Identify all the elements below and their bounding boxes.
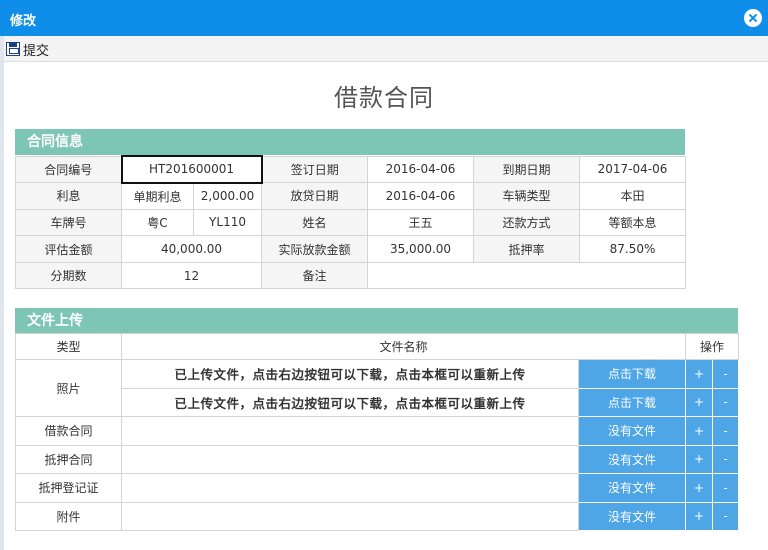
loan-date-field[interactable]: 2016-04-06 (367, 182, 475, 210)
file-name-cell[interactable] (121, 444, 579, 474)
file-name-cell[interactable] (121, 501, 579, 531)
file-type-cell: 借款合同 (15, 416, 122, 446)
interest-type-field[interactable]: 单期利息 (121, 182, 194, 210)
installments-field[interactable]: 12 (120, 261, 263, 290)
add-file-button[interactable]: + (685, 501, 714, 531)
file-upload-header: 文件上传 (15, 308, 738, 334)
submit-button[interactable]: 提交 (6, 40, 50, 59)
remark-field[interactable] (367, 261, 687, 290)
actual-loan-field[interactable]: 35,000.00 (367, 235, 475, 263)
repay-method-field[interactable]: 等额本息 (579, 208, 687, 237)
vehicle-type-field[interactable]: 本田 (579, 182, 687, 210)
repay-method-label: 还款方式 (473, 208, 581, 237)
sign-date-label: 签订日期 (261, 155, 369, 184)
add-file-button[interactable]: + (685, 416, 714, 446)
submit-label: 提交 (23, 43, 50, 59)
window-left-edge (0, 36, 4, 550)
table-row: 车牌号 粤C YL110 姓名 王五 还款方式 等额本息 (15, 208, 687, 237)
table-row: 照片 已上传文件，点击右边按钮可以下载，点击本框可以重新上传 点击下载 + - (15, 359, 740, 417)
file-upload-table: 类型 文件名称 操作 照片 已上传文件，点击右边按钮可以下载，点击本框可以重新上… (15, 333, 740, 531)
file-type-cell: 抵押合同 (15, 444, 122, 474)
file-name-cell[interactable] (121, 473, 579, 503)
remove-file-button[interactable]: - (712, 387, 740, 417)
name-field[interactable]: 王五 (367, 208, 475, 237)
vehicle-type-label: 车辆类型 (473, 182, 581, 210)
add-file-button[interactable]: + (685, 444, 714, 474)
appraisal-field[interactable]: 40,000.00 (120, 235, 263, 263)
installments-label: 分期数 (15, 261, 122, 290)
interest-amount-field[interactable]: 2,000.00 (192, 182, 263, 210)
window-title: 修改 (10, 14, 37, 29)
file-name-cell[interactable]: 已上传文件，点击右边按钮可以下载，点击本框可以重新上传 (121, 387, 579, 417)
interest-label: 利息 (15, 182, 122, 210)
no-file-button[interactable]: 没有文件 (577, 444, 687, 474)
download-button[interactable]: 点击下载 (577, 387, 687, 417)
remove-file-button[interactable]: - (712, 444, 740, 474)
file-type-cell: 附件 (15, 501, 122, 531)
add-file-button[interactable]: + (685, 359, 714, 389)
appraisal-label: 评估金额 (15, 235, 122, 263)
col-header-type: 类型 (15, 333, 122, 360)
table-row: 评估金额 40,000.00 实际放款金额 35,000.00 抵押率 87.5… (15, 235, 687, 263)
table-row: 抵押合同 没有文件 + - (15, 444, 740, 474)
col-header-name: 文件名称 (120, 333, 687, 360)
toolbar: 提交 (4, 36, 768, 62)
add-file-button[interactable]: + (685, 387, 714, 417)
col-header-ops: 操作 (685, 333, 740, 360)
mortgage-rate-label: 抵押率 (473, 235, 581, 263)
page-title: 借款合同 (334, 84, 434, 112)
due-date-field[interactable]: 2017-04-06 (579, 155, 687, 184)
contract-info-header: 合同信息 (15, 129, 685, 155)
contract-no-label: 合同编号 (15, 155, 122, 184)
remove-file-button[interactable]: - (712, 359, 740, 389)
table-row: 借款合同 没有文件 + - (15, 416, 740, 446)
contract-no-field[interactable]: HT201600001 (120, 155, 263, 184)
remove-file-button[interactable]: - (712, 501, 740, 531)
table-row: 已上传文件，点击右边按钮可以下载，点击本框可以重新上传 点击下载 + - (16, 387, 740, 417)
add-file-button[interactable]: + (685, 473, 714, 503)
file-name-cell[interactable]: 已上传文件，点击右边按钮可以下载，点击本框可以重新上传 (121, 359, 579, 389)
no-file-button[interactable]: 没有文件 (577, 416, 687, 446)
no-file-button[interactable]: 没有文件 (577, 473, 687, 503)
actual-loan-label: 实际放款金额 (261, 235, 369, 263)
download-button[interactable]: 点击下载 (577, 359, 687, 389)
table-row: 抵押登记证 没有文件 + - (15, 473, 740, 503)
sign-date-field[interactable]: 2016-04-06 (367, 155, 475, 184)
file-type-cell: 照片 (15, 359, 122, 417)
file-name-cell[interactable] (121, 416, 579, 446)
due-date-label: 到期日期 (473, 155, 581, 184)
table-row: 利息 单期利息 2,000.00 放贷日期 2016-04-06 车辆类型 本田 (15, 182, 687, 210)
remark-label: 备注 (261, 261, 369, 290)
remove-file-button[interactable]: - (712, 416, 740, 446)
window-titlebar: 修改 (0, 0, 768, 36)
loan-date-label: 放贷日期 (261, 182, 369, 210)
mortgage-rate-field[interactable]: 87.50% (579, 235, 687, 263)
close-icon[interactable] (744, 9, 762, 27)
file-type-cell: 抵押登记证 (15, 473, 122, 503)
no-file-button[interactable]: 没有文件 (577, 501, 687, 531)
save-icon (6, 42, 20, 56)
plate-prefix-field[interactable]: 粤C (121, 208, 194, 237)
name-label: 姓名 (261, 208, 369, 237)
remove-file-button[interactable]: - (712, 473, 740, 503)
plate-label: 车牌号 (15, 208, 122, 237)
table-row: 合同编号 HT201600001 签订日期 2016-04-06 到期日期 20… (15, 155, 687, 184)
plate-number-field[interactable]: YL110 (192, 208, 263, 237)
contract-info-table: 合同编号 HT201600001 签订日期 2016-04-06 到期日期 20… (15, 155, 687, 290)
table-row: 附件 没有文件 + - (15, 501, 740, 531)
table-header-row: 类型 文件名称 操作 (15, 333, 740, 360)
table-row: 分期数 12 备注 (15, 261, 687, 290)
